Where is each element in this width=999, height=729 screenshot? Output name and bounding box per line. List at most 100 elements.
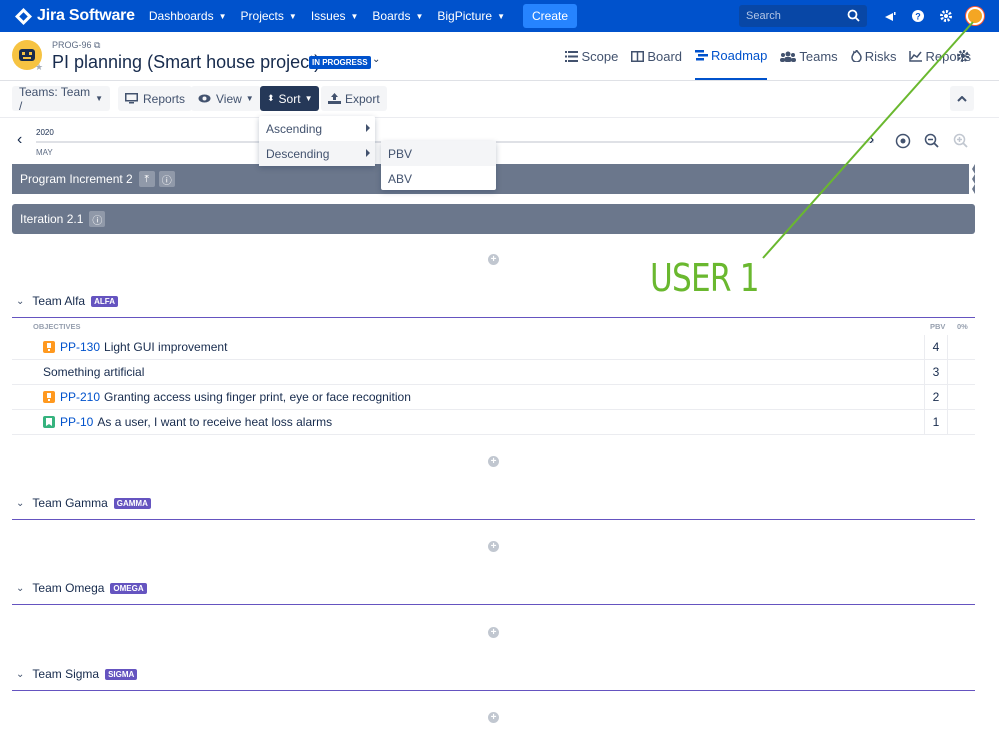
tab-label: Risks xyxy=(864,48,897,64)
add-icon[interactable]: + xyxy=(488,254,499,265)
team-header[interactable]: ⌄ Team Omega OMEGA xyxy=(12,577,975,599)
pbv-value: 4 xyxy=(924,334,948,360)
project-settings-icon[interactable] xyxy=(956,49,970,66)
roadmap-toolbar: Teams: Team / ▼ Reports View ▼ ⬍ Sort ▼ Exp… xyxy=(0,84,999,114)
objective-row[interactable]: PP-210 Granting access using finger prin… xyxy=(12,384,975,410)
pbv-column-header: PBV xyxy=(930,322,946,331)
sort-by-abv-item[interactable]: ABV xyxy=(381,166,496,191)
nav-label: Projects xyxy=(240,9,284,23)
issue-key-link[interactable]: PP-210 xyxy=(60,390,100,404)
objective-summary: Light GUI improvement xyxy=(104,340,228,354)
upload-icon[interactable]: ⤒ xyxy=(138,171,155,187)
project-key[interactable]: PROG-96 ⧉ xyxy=(52,40,100,51)
caret-right-icon xyxy=(366,149,370,157)
tab-risks[interactable]: Risks xyxy=(850,32,897,80)
fire-icon xyxy=(850,50,862,62)
add-icon[interactable]: + xyxy=(488,712,499,723)
sort-by-pbv-item[interactable]: PBV xyxy=(381,141,496,166)
chevron-down-icon[interactable]: ⌄ xyxy=(16,296,24,307)
view-dropdown[interactable]: View ▼ xyxy=(191,86,261,111)
chevron-down-icon[interactable]: ⌄ xyxy=(16,669,24,680)
add-icon[interactable]: + xyxy=(488,627,499,638)
timeline-month: MAY xyxy=(36,148,53,157)
timeline-year: 2020 xyxy=(36,128,54,137)
user-avatar[interactable] xyxy=(966,7,984,25)
settings-gear-icon[interactable] xyxy=(932,9,960,23)
iteration-bar[interactable]: Iteration 2.1 ⓘ xyxy=(12,204,975,234)
sort-descending-item[interactable]: Descending xyxy=(259,141,375,166)
objective-row[interactable]: PP-130 Light GUI improvement 4 xyxy=(12,334,975,360)
today-target-icon[interactable] xyxy=(891,129,915,153)
export-button[interactable]: Export xyxy=(321,86,387,111)
status-badge[interactable]: IN PROGRESS xyxy=(309,56,371,69)
teams-filter-dropdown[interactable]: Teams: Team / ▼ xyxy=(12,85,110,113)
nav-dashboards[interactable]: Dashboards ▼ xyxy=(149,9,227,23)
copy-icon[interactable]: ⧉ xyxy=(94,40,100,50)
notifications-icon[interactable] xyxy=(876,10,904,23)
sort-dropdown[interactable]: ⬍ Sort ▼ xyxy=(260,86,320,111)
search-placeholder: Search xyxy=(746,10,781,22)
issue-key-link[interactable]: PP-130 xyxy=(60,340,100,354)
chevron-left-icon[interactable]: ‹ xyxy=(17,131,22,149)
people-icon xyxy=(780,51,797,62)
nav-label: BigPicture xyxy=(437,9,493,23)
team-header[interactable]: ⌄ Team Alfa ALFA xyxy=(12,290,975,312)
jira-logo[interactable]: Jira Software xyxy=(15,7,135,25)
eye-icon xyxy=(198,94,211,103)
chevron-down-icon: ▼ xyxy=(245,94,254,103)
team-section-omega: ⌄ Team Omega OMEGA xyxy=(12,577,975,605)
collapse-header-button[interactable] xyxy=(950,86,974,111)
nav-bigpicture[interactable]: BigPicture ▼ xyxy=(437,9,505,23)
team-header[interactable]: ⌄ Team Gamma GAMMA xyxy=(12,492,975,514)
nav-boards[interactable]: Boards ▼ xyxy=(372,9,423,23)
team-tag: SIGMA xyxy=(105,668,138,680)
team-divider xyxy=(12,690,975,691)
nav-label: Dashboards xyxy=(148,9,214,23)
tab-label: Teams xyxy=(799,48,838,64)
chevron-down-icon: ▼ xyxy=(304,94,313,103)
iteration-label: Iteration 2.1 xyxy=(20,212,84,226)
team-tag: GAMMA xyxy=(113,497,151,509)
create-button[interactable]: Create xyxy=(523,4,578,28)
chevron-down-icon[interactable]: ⌄ xyxy=(16,583,24,594)
robot-icon xyxy=(19,49,35,61)
chevron-right-icon[interactable]: › xyxy=(869,131,874,149)
issue-key-link[interactable]: PP-10 xyxy=(60,415,93,429)
menu-item-label: Ascending xyxy=(266,121,323,136)
team-section-alfa: ⌄ Team Alfa ALFA xyxy=(12,290,975,318)
team-name: Team Omega xyxy=(32,581,105,595)
objective-row[interactable]: PP-10 As a user, I want to receive heat … xyxy=(12,409,975,435)
tab-board[interactable]: Board xyxy=(631,32,682,80)
sort-icon: ⬍ xyxy=(267,93,275,103)
view-label: View xyxy=(216,91,242,106)
add-icon[interactable]: + xyxy=(488,541,499,552)
chevron-down-icon[interactable]: ⌄ xyxy=(16,498,24,509)
chevron-down-icon: ▼ xyxy=(350,11,359,21)
chevron-down-icon[interactable]: ⌄ xyxy=(372,54,380,65)
star-icon[interactable]: ★ xyxy=(35,62,43,73)
zoom-in-icon[interactable] xyxy=(949,129,973,153)
chevron-down-icon: ▼ xyxy=(95,94,103,103)
tab-scope[interactable]: Scope xyxy=(565,32,618,80)
help-icon[interactable]: ? xyxy=(904,9,932,23)
sort-ascending-item[interactable]: Ascending xyxy=(259,116,375,141)
objective-icon xyxy=(43,391,55,403)
nav-issues[interactable]: Issues ▼ xyxy=(311,9,359,23)
team-divider xyxy=(12,317,975,318)
search-input[interactable]: Search xyxy=(739,5,867,27)
zoom-out-icon[interactable] xyxy=(920,129,944,153)
objective-row[interactable]: Something artificial 3 xyxy=(12,359,975,385)
nav-projects[interactable]: Projects ▼ xyxy=(241,9,297,23)
info-icon[interactable]: ⓘ xyxy=(89,211,106,227)
team-divider xyxy=(12,604,975,605)
pbv-value: 1 xyxy=(924,409,948,435)
add-icon[interactable]: + xyxy=(488,456,499,467)
team-section-gamma: ⌄ Team Gamma GAMMA xyxy=(12,492,975,520)
reports-button[interactable]: Reports xyxy=(118,86,193,111)
tab-teams[interactable]: Teams xyxy=(780,32,838,80)
info-icon[interactable]: ⓘ xyxy=(158,171,175,187)
tab-roadmap[interactable]: Roadmap xyxy=(695,32,768,80)
caret-right-icon xyxy=(366,124,370,132)
team-header[interactable]: ⌄ Team Sigma SIGMA xyxy=(12,663,975,685)
sort-label: Sort xyxy=(278,91,301,106)
